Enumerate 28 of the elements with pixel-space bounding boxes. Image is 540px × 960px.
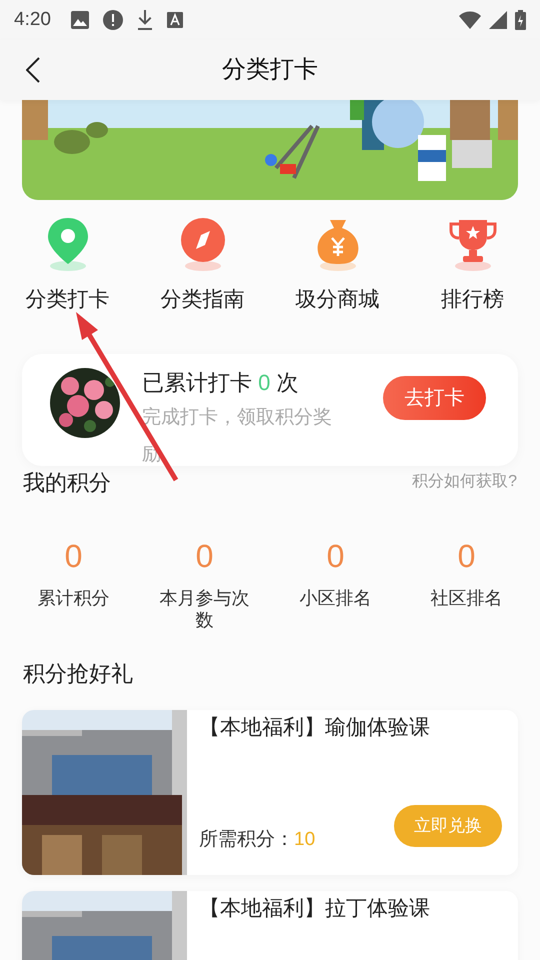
stat-label: 社区排名 xyxy=(430,586,504,608)
battery-icon xyxy=(515,10,526,30)
stat-label: 累计积分 xyxy=(36,586,110,608)
image-icon xyxy=(70,11,89,29)
shortcut-label[interactable]: 圾分商城 xyxy=(296,284,380,316)
download-icon xyxy=(136,10,153,30)
page-title: 分类打卡 xyxy=(222,55,318,85)
wifi-icon xyxy=(459,11,481,29)
reward-title: 【本地福利】瑜伽体验课 xyxy=(199,714,431,740)
signal-icon xyxy=(489,11,507,29)
section-title: 积分抢好礼 xyxy=(22,660,134,688)
checkin-count-text: 已累计打卡 0 次 xyxy=(142,368,300,396)
shortcut-label[interactable]: 分类打卡 xyxy=(26,284,110,316)
font-icon xyxy=(166,12,183,28)
status-time: 4:20 xyxy=(14,8,51,32)
reward-price: 所需积分：10 xyxy=(199,828,316,852)
alert-icon xyxy=(102,10,123,30)
shortcut-label[interactable]: 分类指南 xyxy=(160,284,244,316)
stat-value: 0 xyxy=(64,536,82,574)
stat-label: 小区排名 xyxy=(298,586,372,608)
stat-label: 本月参与次数 xyxy=(158,586,250,630)
stat-value: 0 xyxy=(326,536,344,574)
shortcut-label[interactable]: 排行榜 xyxy=(441,284,504,316)
reward-title: 【本地福利】拉丁体验课 xyxy=(199,896,431,922)
stat-value: 0 xyxy=(196,536,214,574)
section-title: 我的积分 xyxy=(23,468,111,496)
stat-value: 0 xyxy=(458,536,476,574)
back-icon xyxy=(26,57,40,83)
